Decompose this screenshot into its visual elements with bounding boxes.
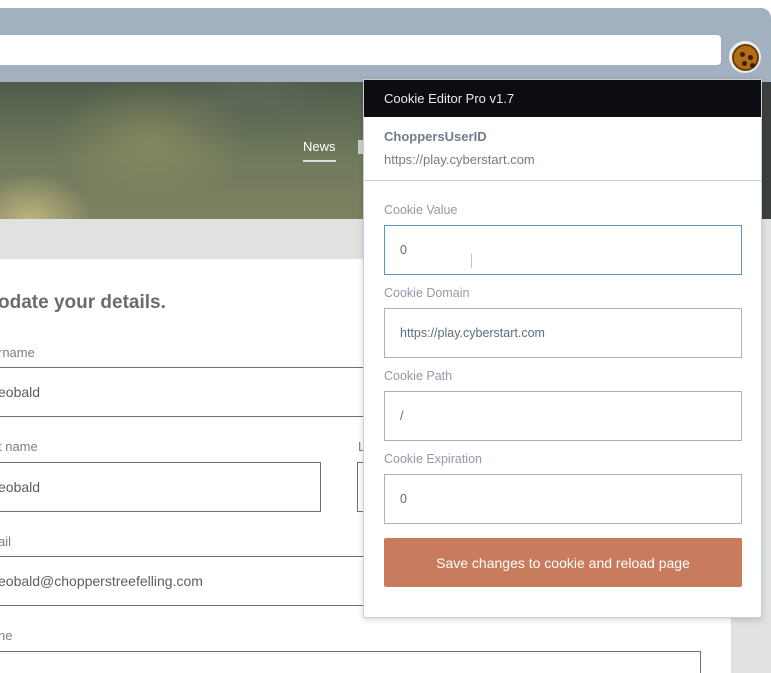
email-label: ail <box>0 534 12 549</box>
text-cursor-icon <box>471 254 472 268</box>
phone-field[interactable] <box>0 651 701 673</box>
phone-label: ne <box>0 628 13 643</box>
cookie-info: ChoppersUserID https://play.cyberstart.c… <box>364 117 761 181</box>
save-cookie-button[interactable]: Save changes to cookie and reload page <box>384 538 742 587</box>
address-bar[interactable] <box>0 35 721 65</box>
cookie-extension-button[interactable] <box>729 41 761 73</box>
cookie-expiration-label: Cookie Expiration <box>384 452 482 466</box>
email-value: eobald@chopperstreefelling.com <box>0 573 203 589</box>
firstname-value: eobald <box>0 479 41 495</box>
cookie-path-input[interactable] <box>384 391 742 441</box>
cookie-value-input[interactable] <box>384 225 742 275</box>
screen: News odate your details. rname eobald t … <box>0 0 771 673</box>
username-value: eobald <box>0 384 41 400</box>
nav-link-news[interactable]: News <box>303 139 336 162</box>
cookie-name: ChoppersUserID <box>384 129 487 144</box>
form-title: odate your details. <box>0 292 166 313</box>
popup-title: Cookie Editor Pro v1.7 <box>364 80 761 117</box>
cookie-icon <box>731 43 759 71</box>
cookie-domain-input[interactable] <box>384 308 742 358</box>
username-field[interactable]: eobald <box>0 367 368 417</box>
firstname-field[interactable]: eobald <box>0 462 321 512</box>
cookie-domain-label: Cookie Domain <box>384 286 470 300</box>
cookie-expiration-input[interactable] <box>384 474 742 524</box>
email-field[interactable]: eobald@chopperstreefelling.com <box>0 556 368 606</box>
firstname-label: t name <box>0 439 38 454</box>
cookie-url: https://play.cyberstart.com <box>384 152 535 167</box>
username-label: rname <box>0 345 35 360</box>
cookie-editor-popup: Cookie Editor Pro v1.7 ChoppersUserID ht… <box>363 79 762 618</box>
cookie-path-label: Cookie Path <box>384 369 453 383</box>
cookie-value-label: Cookie Value <box>384 203 458 217</box>
